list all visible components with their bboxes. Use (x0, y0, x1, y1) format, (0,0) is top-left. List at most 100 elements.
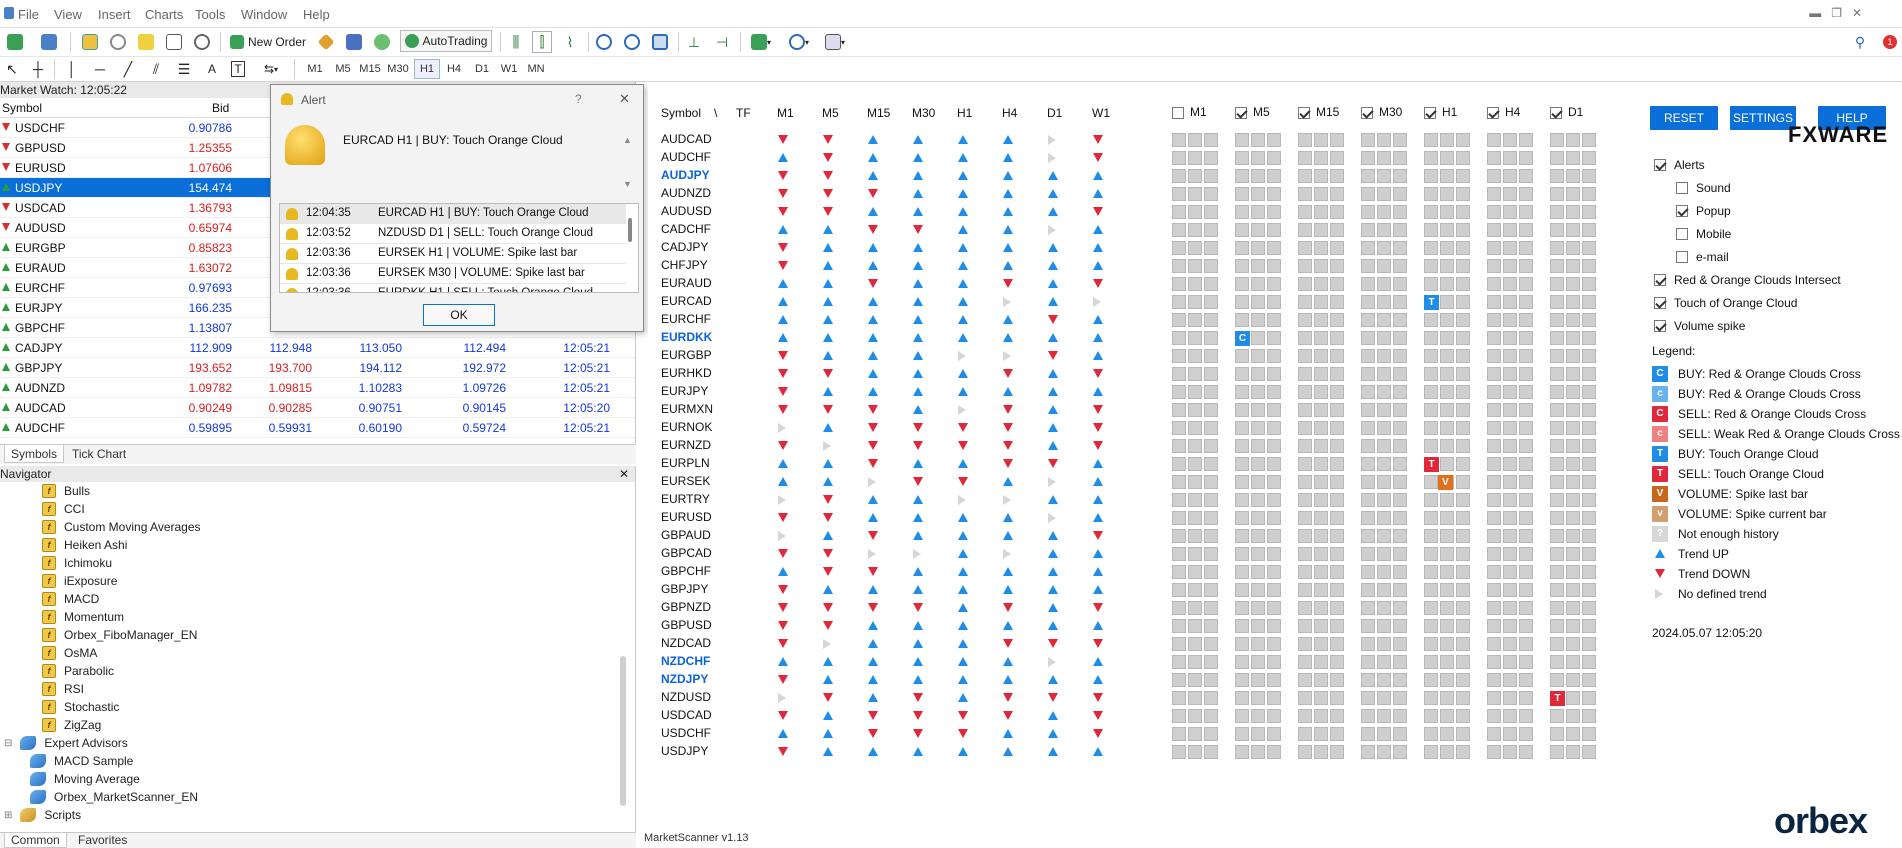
signal-badge[interactable]: T (1550, 691, 1565, 706)
scanner-symbol[interactable]: AUDNZD (661, 186, 711, 200)
timeframe-m1[interactable]: M1 (302, 59, 328, 79)
option-red-orange-clouds-intersect[interactable]: Red & Orange Clouds Intersect (1654, 273, 1841, 287)
scroll-up-icon[interactable]: ▲ (623, 135, 632, 145)
scanner-symbol[interactable]: GBPCAD (661, 546, 712, 560)
navigator-indicator[interactable]: f RSI (42, 680, 84, 698)
alert-history-row[interactable]: 12:03:36 EURDKK H1 | SELL: Touch Orange C… (280, 284, 626, 292)
menu-file[interactable]: File (18, 7, 39, 22)
menu-view[interactable]: View (54, 7, 82, 22)
alert-history-row[interactable]: 12:03:52 NZDUSD D1 | SELL: Touch Orange C… (280, 224, 626, 244)
tab-tick-chart[interactable]: Tick Chart (72, 447, 126, 461)
expert-advisors-folder[interactable]: ⊟ Expert Advisors (4, 734, 128, 752)
strategy-tester-button[interactable] (192, 31, 212, 53)
table-row[interactable]: GBPJPY 193.652 193.700 194.112 192.972 12:05:… (0, 358, 635, 378)
autotrading-button[interactable]: AutoTrading (400, 30, 492, 52)
signal-badge[interactable]: T (1424, 457, 1439, 472)
navigator-indicator[interactable]: f iExposure (42, 572, 117, 590)
scanner-symbol[interactable]: AUDJPY (661, 168, 710, 182)
line-chart-button[interactable]: ⌇ (560, 31, 580, 53)
navigator-scrollbar[interactable] (620, 656, 626, 806)
option-popup[interactable]: Popup (1676, 204, 1731, 218)
symbol-column-header[interactable]: Symbol (2, 101, 42, 115)
signals-button[interactable] (316, 31, 336, 53)
scanner-symbol[interactable]: EURAUD (661, 276, 712, 290)
vps-button[interactable] (372, 31, 392, 53)
scroll-down-icon[interactable]: ▼ (623, 179, 632, 189)
scanner-symbol[interactable]: EURMXN (661, 402, 713, 416)
table-row[interactable]: AUDCHF 0.59895 0.59931 0.60190 0.59724 12:05:… (0, 418, 635, 438)
checkbox-icon[interactable] (1676, 182, 1688, 194)
alert-history-row[interactable]: 12:03:36 EURSEK M30 | VOLUME: Spike last … (280, 264, 626, 284)
menu-insert[interactable]: Insert (98, 7, 131, 22)
market-button[interactable] (344, 31, 364, 53)
signal-column-m15[interactable]: M15 (1298, 105, 1339, 119)
navigator-indicator[interactable]: f Bulls (42, 482, 90, 500)
navigator-indicator[interactable]: f Stochastic (42, 698, 119, 716)
menu-tools[interactable]: Tools (195, 7, 225, 22)
scanner-symbol[interactable]: CADCHF (661, 222, 711, 236)
scanner-symbol[interactable]: EURCHF (661, 312, 711, 326)
tab-favorites[interactable]: Favorites (78, 833, 127, 847)
option-touch-of-orange-cloud[interactable]: Touch of Orange Cloud (1654, 296, 1797, 310)
menu-charts[interactable]: Charts (145, 7, 183, 22)
checkbox-icon[interactable] (1298, 106, 1310, 119)
scanner-symbol[interactable]: EURTRY (661, 492, 710, 506)
signal-column-h4[interactable]: H4 (1487, 105, 1520, 119)
navigator-expert-advisor[interactable]: Moving Average (30, 770, 140, 788)
horizontal-line-button[interactable]: ─ (90, 58, 110, 80)
alert-list-scrollbar[interactable] (628, 218, 632, 242)
navigator-indicator[interactable]: f Momentum (42, 608, 124, 626)
timeframe-h4[interactable]: H4 (441, 59, 467, 79)
signal-column-m5[interactable]: M5 (1235, 105, 1270, 119)
vertical-line-button[interactable]: │ (62, 58, 82, 80)
close-icon[interactable]: ✕ (619, 466, 629, 482)
scanner-symbol[interactable]: USDCHF (661, 726, 711, 740)
navigator-expert-advisor[interactable]: Orbex_MarketScanner_EN (30, 788, 198, 806)
menu-window[interactable]: Window (241, 7, 287, 22)
bid-column-header[interactable]: Bid (212, 101, 229, 115)
timeframe-mn[interactable]: MN (523, 59, 549, 79)
timeframe-m15[interactable]: M15 (357, 59, 383, 79)
scanner-symbol[interactable]: EURSEK (661, 474, 710, 488)
scanner-symbol[interactable]: AUDCAD (661, 132, 712, 146)
autoscroll-button[interactable]: ⊥ (684, 31, 704, 53)
channel-button[interactable]: ⫽ (146, 58, 166, 80)
timeframe-h1[interactable]: H1 (414, 59, 440, 79)
tab-symbols[interactable]: Symbols (4, 445, 65, 463)
reset-button[interactable]: RESET (1650, 106, 1718, 130)
scanner-symbol[interactable]: EURGBP (661, 348, 712, 362)
label-button[interactable]: T (228, 58, 248, 80)
new-chart-button[interactable] (2, 31, 28, 53)
terminal-button[interactable] (164, 31, 184, 53)
cursor-button[interactable]: ↖ (2, 58, 22, 80)
candlestick-button[interactable]: ⫿ (532, 31, 552, 53)
checkbox-icon[interactable] (1654, 274, 1666, 286)
alert-history-row[interactable]: 12:03:36 EURSEK H1 | VOLUME: Spike last b… (280, 244, 626, 264)
scanner-symbol[interactable]: GBPJPY (661, 582, 708, 596)
profiles-button[interactable] (36, 31, 62, 53)
checkbox-icon[interactable] (1361, 106, 1373, 119)
timeframe-m30[interactable]: M30 (385, 59, 411, 79)
scanner-symbol[interactable]: EURNZD (661, 438, 711, 452)
signal-badge[interactable]: V (1438, 475, 1453, 490)
scanner-symbol[interactable]: USDCAD (661, 708, 712, 722)
help-button[interactable]: ? (575, 92, 582, 106)
navigator-indicator[interactable]: f Ichimoku (42, 554, 112, 572)
checkbox-icon[interactable] (1676, 228, 1688, 240)
navigator-button[interactable] (136, 31, 156, 53)
navigator-indicator[interactable]: f Parabolic (42, 662, 114, 680)
checkbox-icon[interactable] (1676, 251, 1688, 263)
zoom-out-button[interactable] (622, 31, 642, 53)
option-mobile[interactable]: Mobile (1676, 227, 1731, 241)
timeframe-w1[interactable]: W1 (496, 59, 522, 79)
scanner-symbol[interactable]: CHFJPY (661, 258, 708, 272)
scanner-symbol[interactable]: EURCAD (661, 294, 712, 308)
scanner-symbol[interactable]: AUDUSD (661, 204, 712, 218)
scanner-symbol[interactable]: EURPLN (661, 456, 710, 470)
scanner-symbol[interactable]: NZDUSD (661, 690, 711, 704)
signal-column-m1[interactable]: M1 (1172, 105, 1207, 119)
scanner-symbol[interactable]: CADJPY (661, 240, 708, 254)
crosshair-button[interactable]: ┼ (28, 58, 48, 80)
table-row[interactable]: AUDCAD 0.90249 0.90285 0.90751 0.90145 12:05:… (0, 398, 635, 418)
checkbox-icon[interactable] (1654, 320, 1666, 332)
